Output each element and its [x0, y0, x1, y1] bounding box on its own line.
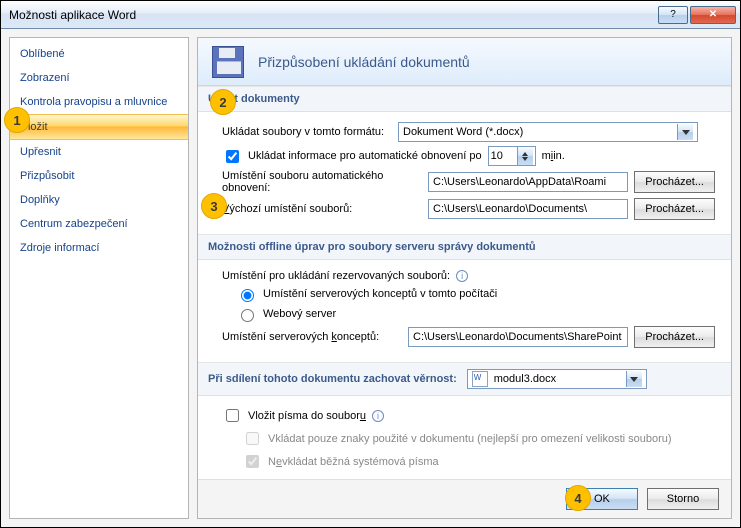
panel-content: Uložit dokumenty Ukládat soubory v tomto…: [198, 86, 731, 479]
ar-location-input[interactable]: [428, 172, 628, 192]
radio-web-server-label: Webový server: [263, 308, 336, 320]
drafts-location-browse-button[interactable]: Procházet...: [634, 326, 715, 348]
close-icon: ✕: [709, 10, 717, 20]
sidebar: Oblíbené Zobrazení Kontrola pravopisu a …: [9, 37, 189, 519]
callout-2: 2: [210, 89, 236, 115]
fidelity-heading-label: Při sdílení tohoto dokumentu zachovat vě…: [208, 373, 457, 385]
format-combo[interactable]: Dokument Word (*.docx): [398, 122, 698, 142]
embed-fonts-label: Vložit písma do souboru: [248, 410, 366, 422]
section-save-heading: Uložit dokumenty: [198, 86, 731, 112]
skip-system-fonts-checkbox: [246, 455, 259, 468]
callout-3: 3: [201, 193, 227, 219]
sidebar-item-zobrazeni[interactable]: Zobrazení: [10, 66, 188, 90]
ar-location-browse-button[interactable]: Procházet...: [634, 171, 715, 193]
autorecover-minutes-input[interactable]: [489, 147, 517, 165]
sidebar-item-kontrola[interactable]: Kontrola pravopisu a mluvnice: [10, 90, 188, 114]
sidebar-item-centrum[interactable]: Centrum zabezpečení: [10, 212, 188, 236]
ar-location-label: Umístění souboru automatického obnovení:: [222, 170, 422, 194]
reserved-label: Umístění pro ukládání rezervovaných soub…: [222, 270, 450, 282]
help-button[interactable]: ?: [658, 6, 688, 24]
radio-local-drafts[interactable]: [241, 289, 254, 302]
callout-1: 1: [4, 107, 30, 133]
section-offline-body: Umístění pro ukládání rezervovaných soub…: [198, 260, 731, 362]
close-button[interactable]: ✕: [690, 6, 736, 24]
panel-title: Přizpůsobení ukládání dokumentů: [258, 54, 470, 70]
drafts-location-label: Umístění serverových konceptů:: [222, 331, 402, 343]
embed-subset-checkbox: [246, 432, 259, 445]
info-icon[interactable]: i: [372, 410, 384, 422]
section-fidelity-heading: Při sdílení tohoto dokumentu zachovat vě…: [198, 362, 731, 396]
sidebar-item-prizpusobit[interactable]: Přizpůsobit: [10, 164, 188, 188]
window-title: Možnosti aplikace Word: [9, 8, 656, 22]
fidelity-doc-combo[interactable]: modul3.docx: [467, 369, 647, 389]
titlebar: Možnosti aplikace Word ? ✕: [1, 1, 740, 29]
format-combo-value: Dokument Word (*.docx): [403, 126, 523, 138]
autorecover-checkbox[interactable]: [226, 150, 239, 163]
sidebar-item-upresnit[interactable]: Upřesnit: [10, 140, 188, 164]
panel-header: Přizpůsobení ukládání dokumentů: [198, 38, 731, 86]
section-offline-heading: Možnosti offline úprav pro soubory serve…: [198, 234, 731, 260]
fidelity-doc-name: modul3.docx: [494, 373, 556, 385]
word-doc-icon: [472, 371, 488, 387]
radio-web-server[interactable]: [241, 309, 254, 322]
autorecover-label: Ukládat informace pro automatické obnove…: [248, 150, 482, 162]
embed-fonts-checkbox[interactable]: [226, 409, 239, 422]
sidebar-item-doplnky[interactable]: Doplňky: [10, 188, 188, 212]
format-label: Ukládat soubory v tomto formátu:: [222, 126, 392, 138]
spin-arrows-icon[interactable]: [517, 147, 533, 165]
chevron-down-icon: [677, 124, 693, 140]
sidebar-item-ulozit[interactable]: Uložit: [10, 114, 188, 140]
info-icon[interactable]: i: [456, 270, 468, 282]
section-fidelity-body: Vložit písma do souboru i Vkládat pouze …: [198, 396, 731, 479]
cancel-button[interactable]: Storno: [647, 488, 719, 510]
drafts-location-input[interactable]: [408, 327, 628, 347]
autorecover-minutes-spin[interactable]: [488, 146, 536, 166]
callout-4: 4: [565, 485, 591, 511]
help-icon: ?: [670, 10, 676, 20]
chevron-down-icon: [626, 371, 642, 387]
section-save-body: Ukládat soubory v tomto formátu: Dokumen…: [198, 112, 731, 234]
dialog-footer: OK Storno: [198, 479, 731, 518]
sidebar-item-zdroje[interactable]: Zdroje informací: [10, 236, 188, 260]
autorecover-unit: miin.: [542, 150, 565, 162]
default-location-label: Výchozí umístění souborů:: [222, 203, 422, 215]
skip-system-fonts-label: Nevkládat běžná systémová písma: [268, 456, 439, 468]
floppy-icon: [212, 46, 244, 78]
default-location-browse-button[interactable]: Procházet...: [634, 198, 715, 220]
client-area: Oblíbené Zobrazení Kontrola pravopisu a …: [1, 29, 740, 527]
default-location-input[interactable]: [428, 199, 628, 219]
embed-subset-label: Vkládat pouze znaky použité v dokumentu …: [268, 433, 672, 445]
radio-local-drafts-label: Umístění serverových konceptů v tomto po…: [263, 288, 497, 300]
sidebar-item-oblibene[interactable]: Oblíbené: [10, 42, 188, 66]
main-panel: Přizpůsobení ukládání dokumentů Uložit d…: [197, 37, 732, 519]
